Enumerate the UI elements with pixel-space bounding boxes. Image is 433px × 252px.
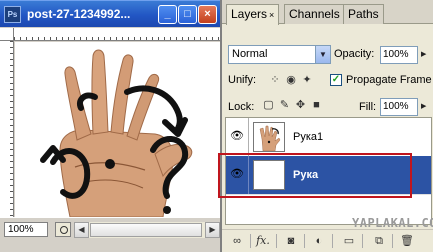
layers-list: 👁 Рука1 👁 Рука [225, 117, 432, 225]
propagate-frame-checkbox[interactable]: ✓ [330, 74, 342, 86]
divider [250, 234, 251, 248]
layer-row-selected[interactable]: 👁 Рука [226, 156, 431, 194]
maximize-button[interactable]: □ [178, 5, 197, 24]
unify-style-icon[interactable]: ✦ [300, 73, 314, 87]
navigator-icon[interactable] [55, 222, 71, 237]
layer-thumbnail [253, 122, 285, 152]
hand-illustration [40, 49, 193, 217]
divider [392, 234, 393, 248]
vertical-ruler[interactable] [0, 41, 14, 217]
divider [304, 234, 305, 248]
layer-name: Рука [293, 169, 319, 181]
tab-layers[interactable]: Layers × [226, 4, 280, 25]
unify-position-icon[interactable]: ⁘ [268, 73, 282, 87]
document-status-bar: 100% ◀ ▶ [0, 217, 220, 252]
unify-visibility-icon[interactable]: ◉ [284, 73, 298, 87]
adjustment-icon[interactable]: ◐ [310, 232, 328, 250]
unify-label: Unify: [228, 74, 257, 86]
blend-mode-select[interactable]: Normal ▼ [228, 45, 331, 64]
eye-icon[interactable]: 👁 [230, 129, 244, 143]
eye-icon[interactable]: 👁 [230, 167, 244, 181]
divider [248, 156, 249, 194]
zoom-field[interactable]: 100% [4, 222, 48, 237]
lock-brush-icon[interactable]: ✎ [278, 99, 291, 112]
hand-thumbnail [259, 125, 281, 151]
palette-bottom-bar: ∞ fx. ◙ ◐ ▭ ⧉ 🗑 [222, 229, 433, 252]
fill-label: Fill: [359, 101, 377, 113]
divider [248, 118, 249, 156]
site-watermark: YAPLAKAL.COM [352, 216, 433, 233]
layer-name: Рука1 [293, 131, 324, 143]
palette-tab-bar: Layers × Channels Paths [222, 0, 433, 25]
close-button[interactable]: × [198, 5, 217, 24]
image-canvas[interactable] [15, 42, 220, 217]
opacity-slider-arrow-icon[interactable]: ▶ [421, 50, 429, 60]
lock-label: Lock: [228, 101, 255, 113]
horizontal-ruler[interactable] [14, 28, 220, 41]
photoshop-app-icon: Ps [4, 6, 21, 23]
link-icon[interactable]: ∞ [228, 232, 246, 250]
chevron-down-icon[interactable]: ▼ [315, 46, 330, 63]
tab-close-icon[interactable]: × [269, 10, 274, 20]
document-title-bar[interactable]: Ps post-27-1234992... _ □ × [0, 0, 220, 27]
mask-icon[interactable]: ◙ [282, 232, 300, 250]
document-window: Ps post-27-1234992... _ □ × 100% ◀ ▶ [0, 0, 220, 252]
trash-icon[interactable]: 🗑 [398, 232, 416, 250]
lock-move-icon[interactable]: ✥ [294, 99, 307, 112]
ruler-origin[interactable] [0, 28, 14, 41]
document-title: post-27-1234992... [27, 7, 131, 21]
group-icon[interactable]: ▭ [340, 232, 358, 250]
propagate-frame-label: Propagate Frame 1 [346, 74, 433, 86]
lock-all-icon[interactable]: ■ [310, 99, 323, 112]
opacity-input[interactable]: 100% [380, 46, 418, 64]
blend-mode-value: Normal [232, 48, 268, 60]
fill-input[interactable]: 100% [380, 98, 418, 116]
scroll-left-icon[interactable]: ◀ [74, 222, 89, 238]
fx-icon[interactable]: fx. [254, 232, 272, 250]
layer-row[interactable]: 👁 Рука1 [226, 118, 431, 156]
divider [362, 234, 363, 248]
divider [332, 234, 333, 248]
new-layer-icon[interactable]: ⧉ [370, 232, 388, 250]
minimize-button[interactable]: _ [158, 5, 177, 24]
horizontal-scrollbar[interactable]: ◀ ▶ [74, 222, 220, 238]
lock-transparent-icon[interactable]: ▢ [262, 99, 275, 112]
tab-channels[interactable]: Channels [284, 4, 345, 24]
scroll-right-icon[interactable]: ▶ [205, 222, 220, 238]
scroll-thumb[interactable] [90, 223, 202, 237]
opacity-label: Opacity: [334, 48, 375, 60]
tab-paths[interactable]: Paths [343, 4, 384, 24]
layers-palette: Layers × Channels Paths Normal ▼ Opacity:… [218, 0, 433, 252]
layer-thumbnail [253, 160, 285, 190]
divider [276, 234, 277, 248]
fill-slider-arrow-icon[interactable]: ▶ [421, 102, 429, 112]
tab-layers-label: Layers [231, 7, 268, 21]
